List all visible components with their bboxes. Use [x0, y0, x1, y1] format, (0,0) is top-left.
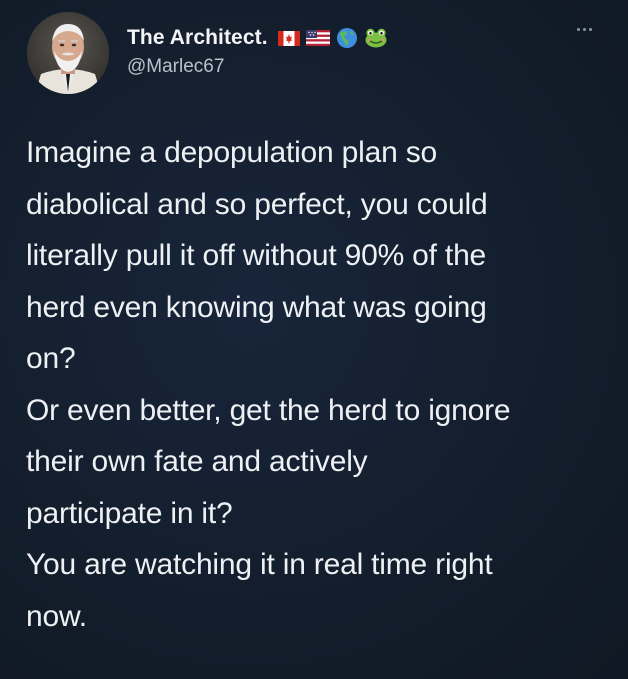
name-row: The Architect.: [127, 26, 388, 50]
name-badges: [277, 27, 388, 49]
more-dot: [589, 28, 592, 31]
user-handle[interactable]: @Marlec67: [127, 56, 388, 78]
more-options-icon[interactable]: [577, 28, 592, 31]
frog-icon: [365, 28, 387, 48]
tweet-text-line: literally pull it off without 90% of the: [26, 239, 487, 272]
globe-americas-icon: [336, 28, 357, 48]
more-dot: [577, 28, 580, 31]
avatar[interactable]: [27, 12, 109, 94]
tweet-text-line: participate in it?: [26, 496, 233, 530]
tweet-text: Imagine a depopulation plan so diabolica…: [26, 127, 616, 642]
tweet-text-line: herd even knowing what was going: [26, 290, 487, 324]
tweet-text-line: You are watching it in real time right: [26, 548, 493, 581]
tweet-text-line: Or even better, get the herd to ignore: [26, 393, 511, 427]
tweet-text-line: on?: [26, 342, 76, 375]
flag-canada-icon: [277, 30, 300, 46]
tweet-header: The Architect. @Marlec67: [127, 26, 388, 78]
tweet-text-line: now.: [26, 599, 87, 633]
tweet-text-line: diabolical and so perfect, you could: [26, 187, 488, 221]
more-dot: [583, 28, 586, 31]
avatar-image: [27, 12, 109, 94]
tweet-card: The Architect. @Marlec67 Imagine a depop…: [0, 0, 628, 679]
flag-usa-icon: [305, 30, 330, 46]
tweet-text-line: their own fate and actively: [26, 445, 368, 478]
display-name[interactable]: The Architect.: [127, 26, 268, 50]
tweet-text-line: Imagine a depopulation plan so: [26, 136, 437, 169]
